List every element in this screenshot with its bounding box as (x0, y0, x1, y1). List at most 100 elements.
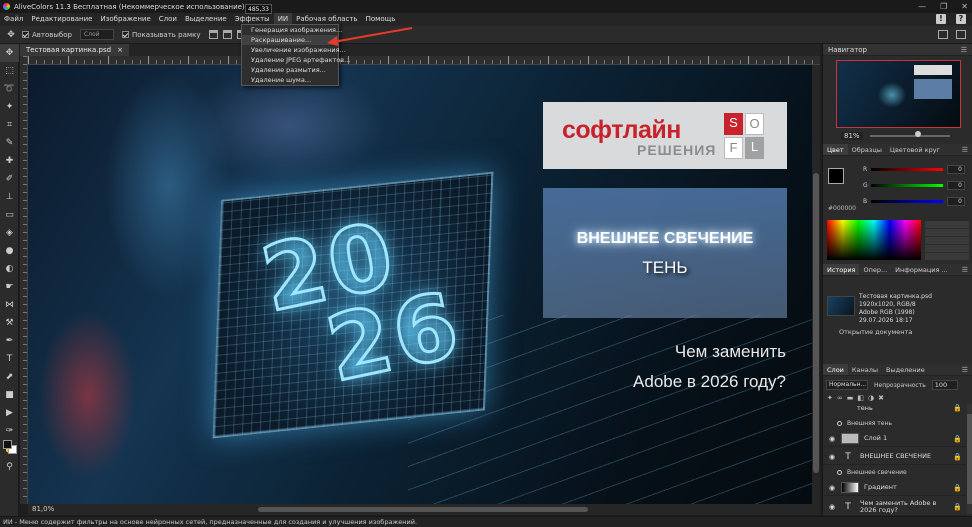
blue-value[interactable]: 0 (947, 197, 965, 206)
history-state-open[interactable]: Открытие документа (839, 328, 912, 336)
tab-selection[interactable]: Выделение (882, 364, 929, 375)
layer-select[interactable]: Слой (79, 29, 114, 40)
tab-channels[interactable]: Каналы (848, 364, 882, 375)
menu-item-colorize[interactable]: Раскрашивание... (242, 35, 338, 45)
red-value[interactable]: 0 (947, 165, 965, 174)
minimize-button[interactable]: — (918, 2, 926, 11)
red-slider[interactable] (871, 168, 943, 171)
workspace-grid-icon[interactable] (938, 30, 948, 39)
lasso-tool-icon[interactable]: ➰ (0, 80, 19, 98)
shape-tool-icon[interactable]: ■ (0, 386, 19, 404)
tab-color[interactable]: Цвет (823, 144, 848, 155)
delete-layer-icon[interactable]: ✖ (878, 394, 884, 402)
color-panel-menu-icon[interactable]: ☰ (962, 144, 968, 156)
menu-item-upscale[interactable]: Увеличение изображения... (242, 45, 346, 55)
lock-icon[interactable]: 🔒 (953, 404, 962, 412)
crop-tool-icon[interactable]: ⌗ (0, 116, 19, 134)
tab-swatches[interactable]: Образцы (848, 144, 886, 155)
clone-tool-icon[interactable]: ⚒ (0, 314, 19, 332)
hex-color-value[interactable]: #000000 (828, 205, 856, 212)
color-swatches[interactable] (3, 440, 17, 454)
effect-outer-shadow[interactable]: Внешняя тень (837, 418, 892, 428)
blue-slider[interactable] (871, 200, 943, 203)
lock-icon[interactable]: 🔒 (953, 435, 962, 443)
text-tool-icon[interactable]: T (0, 350, 19, 368)
color-picker-icon[interactable]: ✑ (0, 422, 19, 440)
align-middle-icon[interactable] (222, 30, 232, 39)
adjustment-layer-icon[interactable]: ◑ (868, 394, 874, 402)
effect-visibility-icon[interactable] (837, 420, 842, 426)
layers-panel-menu-icon[interactable]: ☰ (962, 364, 968, 376)
layer-mask-icon[interactable]: ◧ (857, 394, 864, 402)
history-snapshot-thumbnail[interactable] (827, 296, 855, 316)
magic-wand-icon[interactable]: ✦ (0, 98, 19, 116)
dodge-tool-icon[interactable]: ◐ (0, 260, 19, 278)
vertical-scrollbar[interactable] (812, 65, 820, 504)
align-top-icon[interactable] (208, 30, 218, 39)
visibility-eye-icon[interactable]: ◉ (827, 453, 837, 461)
visibility-eye-icon[interactable]: ◉ (827, 484, 837, 492)
warp-tool-icon[interactable]: ⋈ (0, 296, 19, 314)
opacity-input[interactable]: 100 (931, 380, 958, 390)
navigator-preview[interactable] (836, 60, 961, 128)
zoom-tool-icon[interactable]: ⚲ (0, 458, 19, 476)
layer-row-gradient[interactable]: ◉ Градиент 🔒 (823, 480, 966, 496)
menu-layers[interactable]: Слои (155, 13, 181, 26)
menu-image[interactable]: Изображение (96, 13, 154, 26)
eyedropper-icon[interactable]: ✎ (0, 134, 19, 152)
menu-item-jpeg-artifacts[interactable]: Удаление JPEG артефактов... (242, 55, 350, 65)
new-layer-icon[interactable]: ✦ (827, 394, 833, 402)
tab-history[interactable]: История (823, 264, 860, 275)
workspace-panels-icon[interactable] (956, 30, 966, 39)
lock-icon[interactable]: 🔒 (953, 453, 962, 461)
history-panel-menu-icon[interactable]: ☰ (962, 264, 968, 276)
green-value[interactable]: 0 (947, 181, 965, 190)
autoselect-checkbox[interactable] (22, 31, 29, 38)
visibility-eye-icon[interactable]: ◉ (827, 435, 837, 443)
autoselect-option[interactable]: Автовыбор (22, 31, 72, 39)
help-icon[interactable]: ? (956, 14, 966, 24)
close-window-button[interactable]: ✕ (961, 2, 968, 11)
tab-layers[interactable]: Слои (823, 364, 848, 375)
menu-item-denoise[interactable]: Удаление шума... (242, 75, 338, 85)
green-slider[interactable] (871, 184, 943, 187)
effect-visibility-icon[interactable] (837, 469, 842, 475)
layer-row-partial[interactable]: тень 🔒 (823, 404, 966, 412)
marquee-tool-icon[interactable]: ⬚ (0, 62, 19, 80)
vertical-scroll-thumb[interactable] (813, 173, 819, 473)
layer-row-layer1[interactable]: ◉ Слой 1 🔒 (823, 431, 966, 447)
layer-row-question[interactable]: ◉ T Чем заменить Adobe в 2026 году? 🔒 (823, 498, 966, 516)
notification-icon[interactable]: ! (936, 14, 946, 24)
maximize-button[interactable]: ❐ (940, 2, 947, 11)
menu-item-generate-image[interactable]: Генерация изображения... (242, 25, 342, 35)
horizontal-scroll-thumb[interactable] (258, 507, 588, 512)
eraser-tool-icon[interactable]: ▭ (0, 206, 19, 224)
effect-outer-glow[interactable]: Внешнее свечение (837, 467, 907, 477)
navigator-zoom-slider[interactable] (870, 135, 950, 137)
foreground-color-swatch[interactable] (3, 440, 12, 449)
menu-edit[interactable]: Редактирование (27, 13, 96, 26)
menu-help[interactable]: Помощь (362, 13, 400, 26)
layer-group-icon[interactable]: ▬ (847, 394, 854, 402)
menu-file[interactable]: Файл (0, 13, 27, 26)
menu-selection[interactable]: Выделение (181, 13, 231, 26)
canvas-area[interactable]: 20 26 софтлайн РЕШЕНИЯ S O F L ВНЕШНЕЕ С… (28, 65, 820, 504)
show-frame-checkbox[interactable] (121, 31, 129, 38)
move-tool-icon[interactable]: ✥ (0, 44, 19, 62)
pen-tool-icon[interactable]: ✒ (0, 332, 19, 350)
move-tool-preset-icon[interactable]: ✥ (0, 27, 22, 43)
direct-select-icon[interactable]: ▶ (0, 404, 19, 422)
lock-icon[interactable]: 🔒 (953, 503, 962, 511)
document-tab[interactable]: Тестовая картинка.psd × (20, 44, 129, 56)
zoom-level[interactable]: 81,0% (32, 504, 54, 515)
visibility-eye-icon[interactable]: ◉ (827, 503, 837, 511)
tab-color-wheel[interactable]: Цветовой круг (886, 144, 944, 155)
menu-item-deblur[interactable]: Удаление размытия... (242, 65, 338, 75)
path-tool-icon[interactable]: ⬈ (0, 368, 19, 386)
navigator-menu-icon[interactable]: ☰ (961, 44, 967, 56)
tab-info[interactable]: Информация ... (891, 264, 951, 275)
brush-tool-icon[interactable]: ✐ (0, 170, 19, 188)
document-tab-close[interactable]: × (117, 44, 123, 56)
layer-row-glow[interactable]: ◉ T ВНЕШНЕЕ СВЕЧЕНИЕ 🔒 (823, 449, 966, 465)
layers-scroll-thumb[interactable] (967, 414, 972, 504)
